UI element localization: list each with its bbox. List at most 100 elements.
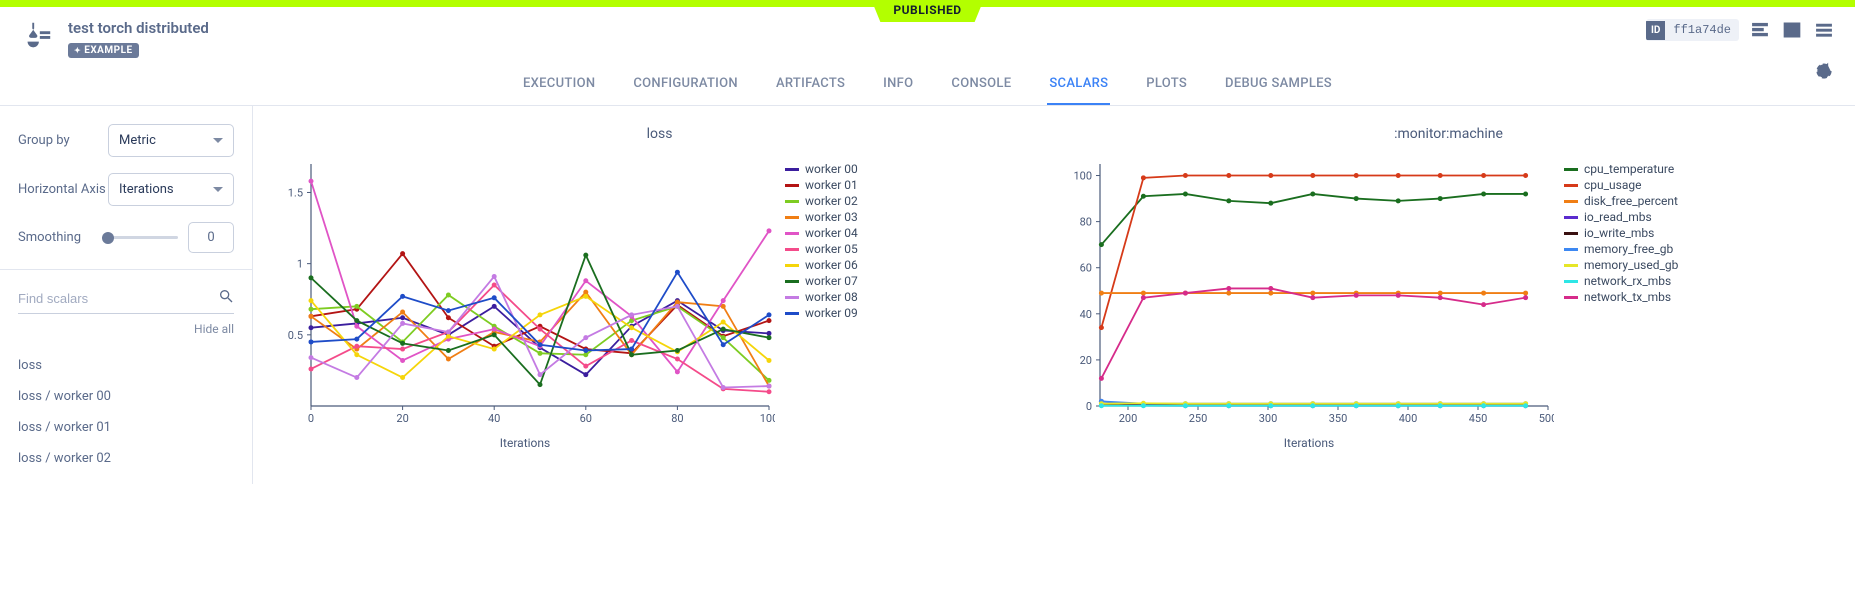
haxis-dropdown[interactable]: Iterations — [108, 173, 234, 206]
groupby-dropdown[interactable]: Metric — [108, 124, 234, 157]
legend-item[interactable]: worker 08 — [785, 290, 858, 304]
scalar-list-item[interactable]: loss / worker 01 — [18, 412, 234, 443]
legend-label: io_write_mbs — [1584, 226, 1654, 240]
legend-swatch — [1564, 264, 1578, 267]
svg-text:40: 40 — [488, 412, 500, 425]
svg-text:20: 20 — [396, 412, 408, 425]
example-chip: EXAMPLE — [68, 43, 139, 58]
haxis-label: Horizontal Axis — [18, 182, 108, 197]
sidebar: Group by Metric Horizontal Axis Iteratio… — [0, 106, 253, 484]
legend-item[interactable]: io_write_mbs — [1564, 226, 1678, 240]
chart-title: loss — [275, 126, 1044, 142]
legend-item[interactable]: worker 03 — [785, 210, 858, 224]
tab-debug-samples[interactable]: DEBUG SAMPLES — [1223, 76, 1334, 105]
legend-item[interactable]: memory_used_gb — [1564, 258, 1678, 272]
tab-artifacts[interactable]: ARTIFACTS — [774, 76, 847, 105]
hide-all-link[interactable]: Hide all — [18, 322, 234, 336]
legend-label: memory_used_gb — [1584, 258, 1678, 272]
legend-item[interactable]: worker 07 — [785, 274, 858, 288]
svg-text:100: 100 — [1073, 170, 1092, 183]
svg-text:20: 20 — [1080, 354, 1092, 367]
svg-text:40: 40 — [1080, 308, 1092, 321]
legend-label: io_read_mbs — [1584, 210, 1652, 224]
legend-item[interactable]: worker 01 — [785, 178, 858, 192]
menu-icon[interactable] — [1813, 19, 1835, 41]
svg-text:400: 400 — [1399, 412, 1418, 425]
legend-item[interactable]: worker 04 — [785, 226, 858, 240]
legend-item[interactable]: worker 05 — [785, 242, 858, 256]
legend-swatch — [1564, 280, 1578, 283]
search-icon[interactable] — [218, 288, 234, 308]
legend-item[interactable]: worker 06 — [785, 258, 858, 272]
legend-swatch — [1564, 216, 1578, 219]
scalar-list-item[interactable]: loss / worker 00 — [18, 381, 234, 412]
legend-item[interactable]: network_rx_mbs — [1564, 274, 1678, 288]
svg-text:200: 200 — [1119, 412, 1138, 425]
id-value: ff1a74de — [1665, 19, 1739, 41]
svg-text:0: 0 — [1086, 400, 1092, 413]
tab-execution[interactable]: EXECUTION — [521, 76, 597, 105]
svg-text:0.5: 0.5 — [288, 329, 303, 342]
tab-configuration[interactable]: CONFIGURATION — [631, 76, 740, 105]
smoothing-value[interactable]: 0 — [188, 222, 234, 253]
page-title: test torch distributed — [68, 19, 209, 37]
legend-swatch — [785, 184, 799, 187]
legend-swatch — [1564, 184, 1578, 187]
scalar-list-item[interactable]: loss — [18, 350, 234, 381]
legend-swatch — [785, 200, 799, 203]
legend-swatch — [1564, 296, 1578, 299]
legend-label: worker 06 — [805, 258, 858, 272]
details-icon[interactable] — [1749, 19, 1771, 41]
tab-info[interactable]: INFO — [881, 76, 915, 105]
chart-plot[interactable]: 0.511.5020406080100 — [275, 158, 775, 428]
tab-console[interactable]: CONSOLE — [949, 76, 1013, 105]
svg-text:1: 1 — [297, 258, 303, 271]
legend-label: worker 03 — [805, 210, 858, 224]
chart-plot[interactable]: 020406080100200250300350400450500 — [1064, 158, 1554, 428]
legend-swatch — [785, 168, 799, 171]
legend-swatch — [785, 280, 799, 283]
refresh-icon[interactable] — [1813, 60, 1835, 82]
legend-swatch — [785, 232, 799, 235]
legend-swatch — [785, 264, 799, 267]
svg-text:0: 0 — [308, 412, 314, 425]
chart-xlabel: Iterations — [275, 436, 775, 450]
legend-swatch — [785, 296, 799, 299]
svg-text:60: 60 — [580, 412, 592, 425]
legend-label: disk_free_percent — [1584, 194, 1678, 208]
search-input[interactable] — [18, 291, 218, 306]
legend-swatch — [785, 248, 799, 251]
svg-text:60: 60 — [1080, 262, 1092, 275]
svg-text:450: 450 — [1469, 412, 1488, 425]
legend-label: cpu_usage — [1584, 178, 1642, 192]
legend-item[interactable]: memory_free_gb — [1564, 242, 1678, 256]
chart-title: :monitor:machine — [1064, 126, 1833, 142]
legend-swatch — [785, 312, 799, 315]
legend-label: network_tx_mbs — [1584, 290, 1671, 304]
tab-plots[interactable]: PLOTS — [1144, 76, 1189, 105]
legend-swatch — [1564, 232, 1578, 235]
chart-xlabel: Iterations — [1064, 436, 1554, 450]
svg-text:350: 350 — [1329, 412, 1348, 425]
svg-text:300: 300 — [1259, 412, 1278, 425]
groupby-label: Group by — [18, 133, 108, 148]
legend-item[interactable]: io_read_mbs — [1564, 210, 1678, 224]
legend-swatch — [1564, 248, 1578, 251]
legend-item[interactable]: worker 02 — [785, 194, 858, 208]
legend-swatch — [785, 216, 799, 219]
legend-label: worker 07 — [805, 274, 858, 288]
legend-label: network_rx_mbs — [1584, 274, 1671, 288]
experiment-id-chip[interactable]: ID ff1a74de — [1646, 19, 1739, 41]
legend-item[interactable]: worker 00 — [785, 162, 858, 176]
experiment-icon — [20, 19, 54, 57]
legend-item[interactable]: disk_free_percent — [1564, 194, 1678, 208]
tab-scalars[interactable]: SCALARS — [1047, 76, 1110, 105]
legend-item[interactable]: network_tx_mbs — [1564, 290, 1678, 304]
smoothing-slider[interactable] — [108, 236, 178, 239]
legend-item[interactable]: cpu_usage — [1564, 178, 1678, 192]
scalar-list-item[interactable]: loss / worker 02 — [18, 443, 234, 474]
legend-item[interactable]: cpu_temperature — [1564, 162, 1678, 176]
legend-item[interactable]: worker 09 — [785, 306, 858, 320]
layout-icon[interactable] — [1781, 19, 1803, 41]
legend-label: memory_free_gb — [1584, 242, 1673, 256]
